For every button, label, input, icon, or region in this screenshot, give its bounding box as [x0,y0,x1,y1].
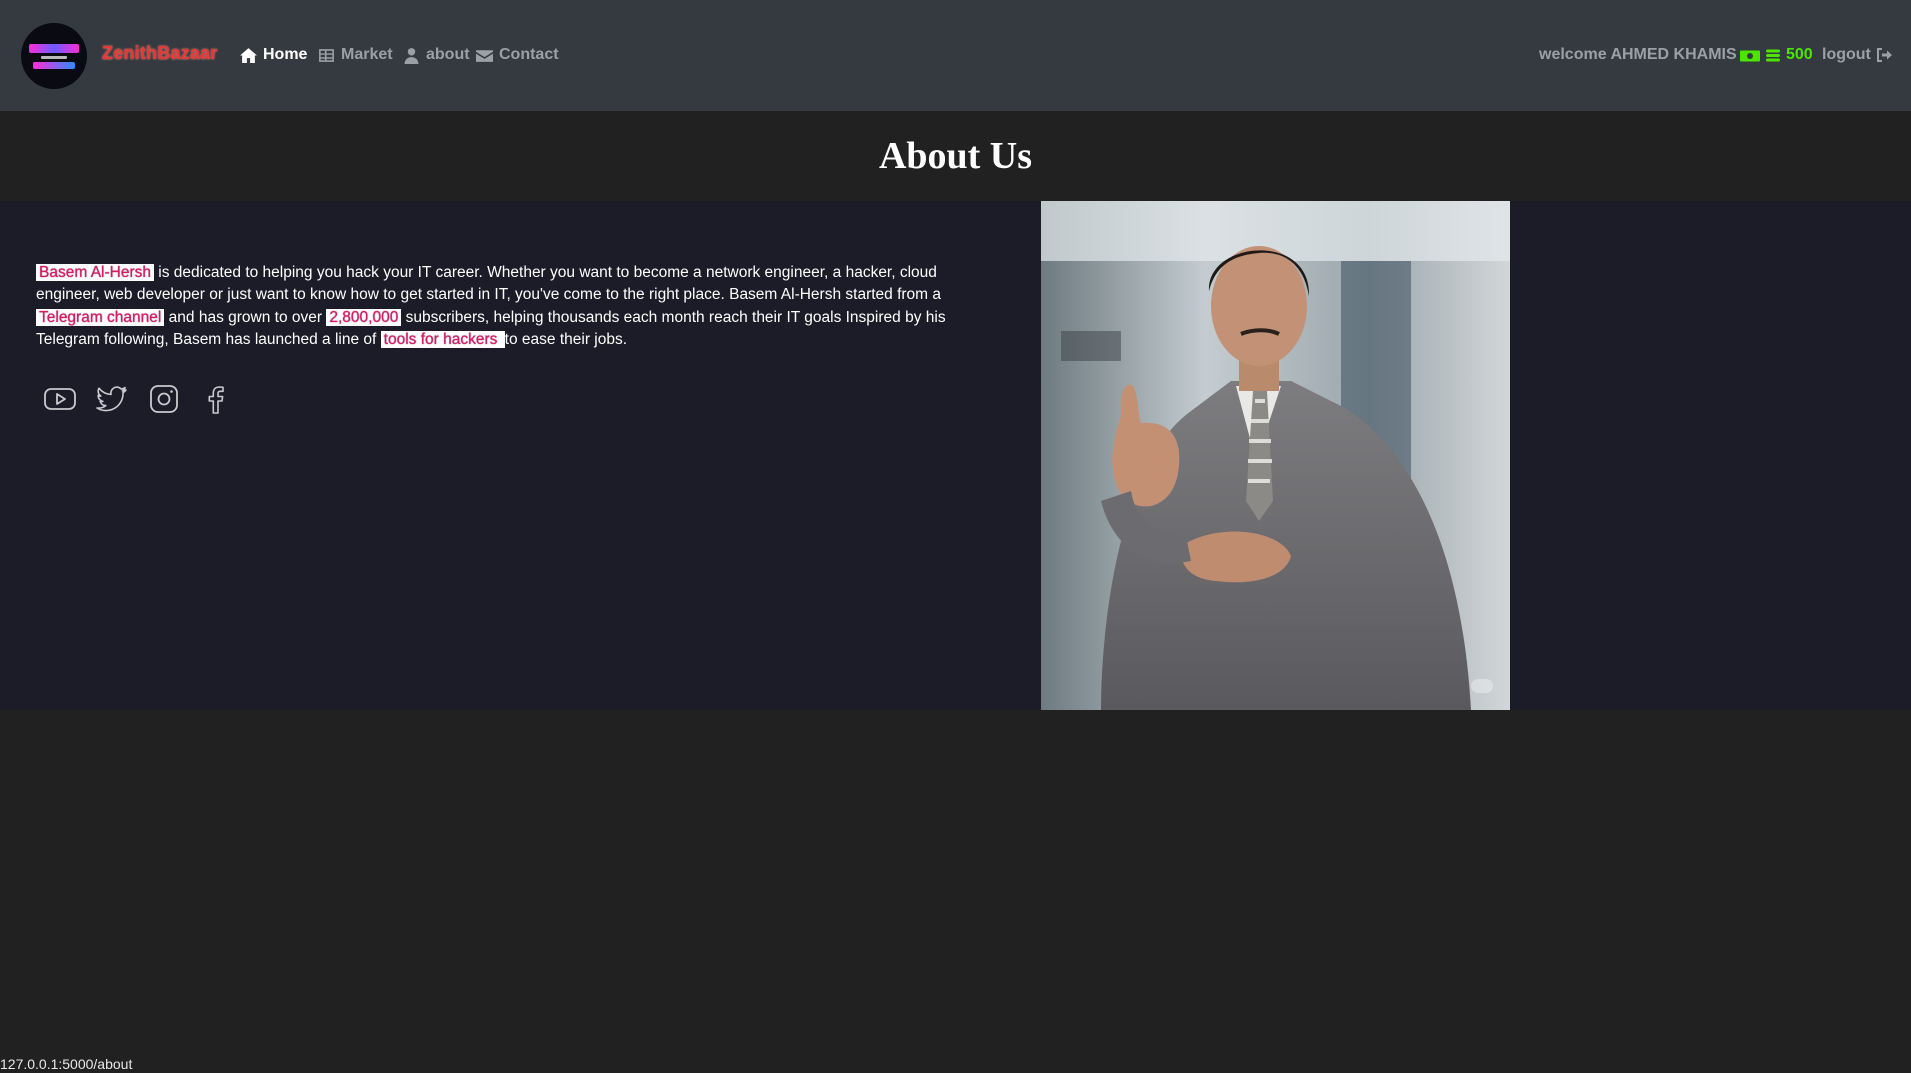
table-icon [319,48,334,62]
telegram-channel-highlight: Telegram channel [36,308,165,326]
page-title: About Us [878,135,1033,177]
navbar: ZenithBazaar Home Market about Contact w… [0,0,1911,111]
brand-link[interactable]: ZenithBazaar [102,43,217,64]
budget-badge: 500 [1740,46,1813,64]
logout-link[interactable]: logout [1822,46,1892,64]
about-paragraph: Basem Al-Hersh is dedicated to helping y… [36,263,946,348]
youtube-icon[interactable] [43,382,77,421]
name-highlight: Basem Al-Hersh [36,263,154,281]
profile-photo [1041,201,1510,710]
nav-market-link[interactable]: Market [318,46,393,64]
page-heading: About Us [0,111,1911,201]
social-links [43,382,233,421]
nav-contact-link[interactable]: Contact [476,46,559,64]
facebook-icon[interactable] [199,382,233,421]
status-url: 127.0.0.1:5000/about [0,1055,135,1073]
sign-out-icon [1876,48,1892,62]
instagram-icon[interactable] [147,382,181,421]
user-icon [404,47,419,64]
envelope-icon [476,49,493,62]
tools-highlight: tools for hackers [380,331,505,348]
home-icon [240,47,257,63]
money-icon [1740,50,1760,61]
subscribers-highlight: 2,800,000 [326,308,402,326]
nav-home-link[interactable]: Home [240,46,307,64]
about-section: Basem Al-Hersh is dedicated to helping y… [0,201,1911,710]
twitter-icon[interactable] [95,382,129,421]
nav-about-link[interactable]: about [403,46,470,64]
welcome-text: welcome AHMED KHAMIS [1539,46,1737,63]
coins-icon [1766,49,1780,61]
brand-logo[interactable] [21,23,87,89]
